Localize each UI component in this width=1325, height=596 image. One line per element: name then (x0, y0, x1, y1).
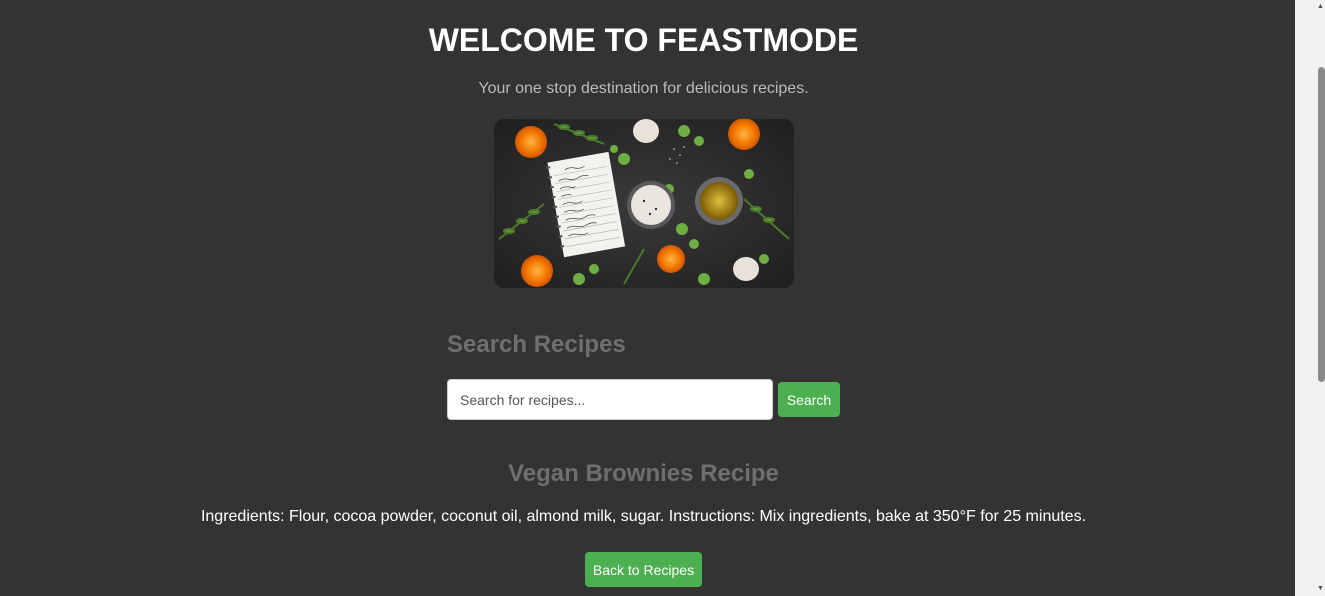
search-input[interactable] (447, 379, 773, 420)
search-button[interactable]: Search (778, 382, 840, 417)
tagline: Your one stop destination for delicious … (478, 80, 809, 97)
scrollbar-thumb[interactable] (1318, 67, 1325, 382)
page: WELCOME TO FEASTMODE Your one stop desti… (0, 0, 1295, 596)
scroll-up-arrow-icon[interactable]: ▲ (1316, 0, 1325, 14)
scroll-down-arrow-icon[interactable]: ▼ (1316, 582, 1325, 596)
recipe-title: Vegan Brownies Recipe (508, 460, 779, 487)
food-ingredients-photo-icon (494, 119, 794, 288)
hero-image (494, 119, 794, 288)
search-heading: Search Recipes (447, 331, 626, 358)
site-title: WELCOME TO FEASTMODE (428, 22, 859, 58)
recipe-details: Ingredients: Flour, cocoa powder, coconu… (200, 508, 1087, 525)
back-to-recipes-button[interactable]: Back to Recipes (585, 552, 702, 587)
